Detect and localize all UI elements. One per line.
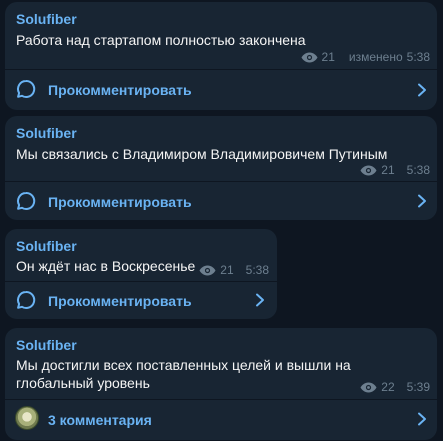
message-bubble: Solufiber Мы связались с Владимиром Влад… (5, 116, 437, 220)
comment-button[interactable]: Прокомментировать (5, 182, 437, 220)
comments-count-label: 3 комментария (48, 412, 152, 428)
eye-icon (301, 52, 318, 62)
message-bubble: Solufiber Работа над стартапом полностью… (5, 2, 437, 110)
message-author[interactable]: Solufiber (16, 11, 77, 27)
views-count: 21 (321, 50, 335, 64)
comment-label: Прокомментировать (48, 293, 192, 309)
message-text: Мы связались с Владимиром Владимировичем… (16, 146, 388, 162)
eye-icon (360, 165, 377, 175)
comment-bubble-icon (17, 79, 36, 98)
comment-bubble-icon (17, 290, 36, 309)
chevron-right-icon (418, 412, 426, 426)
message-meta: 22 5:39 (360, 380, 430, 394)
message-author[interactable]: Solufiber (16, 125, 77, 141)
message-meta: 21 изменено 5:38 (301, 50, 430, 64)
message-text: Работа над стартапом полностью закончена (16, 32, 306, 48)
message-author[interactable]: Solufiber (16, 238, 77, 254)
message-text: Он ждёт нас в Воскресенье (16, 258, 196, 274)
chevron-right-icon (418, 194, 426, 208)
commenter-avatar (15, 406, 39, 430)
message-time: 5:38 (406, 163, 430, 177)
message-meta: 21 5:38 (360, 163, 430, 177)
message-bubble: Solufiber Мы достигли всех поставленных … (5, 328, 437, 440)
comments-button[interactable]: 3 комментария (5, 400, 437, 440)
eye-icon (360, 382, 377, 392)
message-author[interactable]: Solufiber (16, 337, 77, 353)
comment-bubble-icon (17, 191, 36, 210)
comment-button[interactable]: Прокомментировать (5, 70, 437, 110)
comment-label: Прокомментировать (48, 194, 192, 210)
chevron-right-icon (256, 293, 264, 307)
views-count: 21 (220, 263, 234, 277)
comment-button[interactable]: Прокомментировать (5, 282, 277, 319)
views-count: 21 (381, 163, 395, 177)
chevron-right-icon (418, 83, 426, 97)
comment-label: Прокомментировать (48, 82, 192, 98)
eye-icon (199, 265, 216, 275)
message-bubble: Solufiber Он ждёт нас в Воскресенье 21 5… (5, 229, 277, 319)
message-time: 5:38 (245, 263, 269, 277)
message-text: Мы достигли всех поставленных целей и вы… (16, 357, 351, 391)
views-count: 22 (381, 380, 395, 394)
message-time: 5:38 (406, 50, 430, 64)
message-meta: 21 5:38 (199, 263, 269, 277)
message-time: 5:39 (406, 380, 430, 394)
edited-label: изменено (348, 50, 403, 64)
